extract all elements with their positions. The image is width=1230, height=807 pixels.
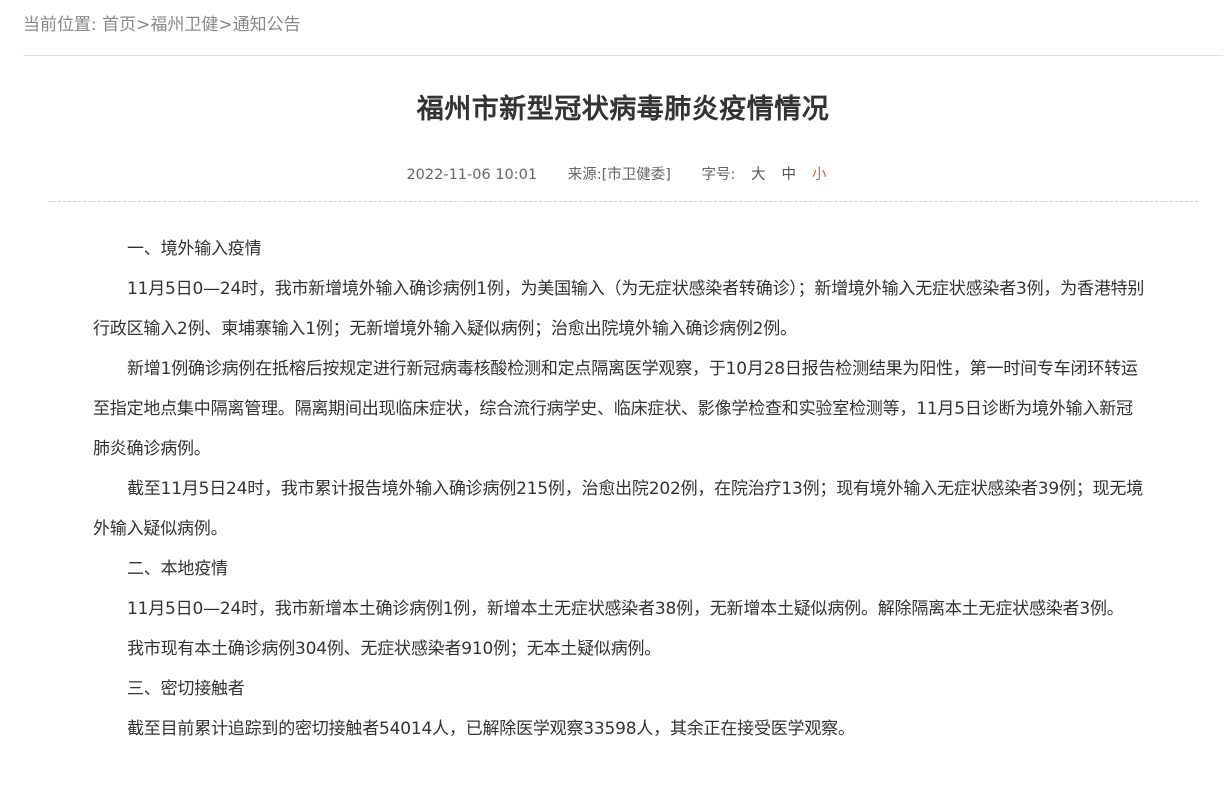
section-heading: 三、密切接触者 bbox=[127, 679, 245, 699]
font-size-label: 字号: bbox=[701, 167, 736, 183]
section-heading: 二、本地疫情 bbox=[127, 559, 228, 579]
section-heading: 一、境外输入疫情 bbox=[127, 239, 262, 259]
publish-date: 2022-11-06 10:01 bbox=[406, 167, 538, 183]
article-paragraph: 我市现有本土确诊病例304例、无症状感染者910例；无本土疑似病例。 bbox=[127, 639, 662, 659]
article-paragraph: 11月5日0—24时，我市新增本土确诊病例1例，新增本土无症状感染者38例，无新… bbox=[127, 599, 1124, 619]
source-label: 来源: bbox=[567, 167, 602, 183]
breadcrumb-separator: > bbox=[218, 15, 233, 35]
breadcrumb-prefix: 当前位置: bbox=[23, 15, 97, 35]
article-paragraph: 截至11月5日24时，我市累计报告境外输入确诊病例215例，治愈出院202例，在… bbox=[93, 479, 1144, 539]
meta-divider bbox=[48, 201, 1198, 202]
article-body: 一、境外输入疫情 11月5日0—24时，我市新增境外输入确诊病例1例，为美国输入… bbox=[93, 229, 1145, 749]
font-size-small-button[interactable]: 小 bbox=[812, 167, 827, 183]
font-size-large-button[interactable]: 大 bbox=[751, 167, 766, 183]
breadcrumb-home-link[interactable]: 首页 bbox=[102, 15, 136, 35]
top-divider bbox=[23, 55, 1223, 56]
article-paragraph: 11月5日0—24时，我市新增境外输入确诊病例1例，为美国输入（为无症状感染者转… bbox=[93, 279, 1145, 339]
article-title: 福州市新型冠状病毒肺炎疫情情况 bbox=[416, 94, 830, 125]
breadcrumb-current-link[interactable]: 通知公告 bbox=[233, 15, 301, 35]
breadcrumb-section-link[interactable]: 福州卫健 bbox=[150, 15, 218, 35]
font-size-medium-button[interactable]: 中 bbox=[782, 167, 797, 183]
breadcrumb-separator: > bbox=[136, 15, 151, 35]
article-paragraph: 新增1例确诊病例在抵榕后按规定进行新冠病毒核酸检测和定点隔离医学观察，于10月2… bbox=[93, 359, 1138, 459]
source-value: [市卫健委] bbox=[601, 167, 671, 183]
article-meta: 2022-11-06 10:01 来源:[市卫健委] 字号: 大中小 bbox=[0, 164, 1230, 186]
article-paragraph: 截至目前累计追踪到的密切接触者54014人，已解除医学观察33598人，其余正在… bbox=[127, 719, 855, 739]
breadcrumb: 当前位置: 首页>福州卫健>通知公告 bbox=[23, 12, 301, 38]
